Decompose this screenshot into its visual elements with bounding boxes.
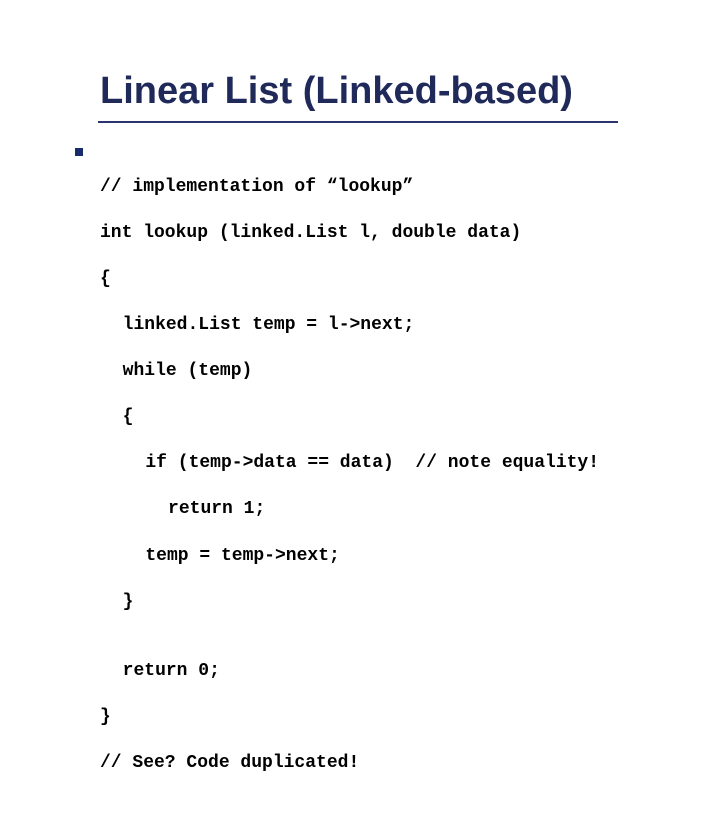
code-line: // See? Code duplicated!	[100, 752, 655, 775]
code-line: {	[100, 268, 655, 291]
code-line: temp = temp->next;	[100, 545, 655, 568]
code-line: // implementation of “lookup”	[100, 176, 655, 199]
code-line: }	[100, 706, 655, 729]
slide-title: Linear List (Linked-based)	[100, 70, 655, 113]
code-line: return 1;	[100, 498, 655, 521]
code-line: }	[100, 591, 655, 614]
title-underline	[98, 121, 618, 123]
code-block: // implementation of “lookup” int lookup…	[100, 153, 655, 821]
code-line: int lookup (linked.List l, double data)	[100, 222, 655, 245]
code-line: if (temp->data == data) // note equality…	[100, 452, 655, 475]
code-line: while (temp)	[100, 360, 655, 383]
code-line: return 0;	[100, 660, 655, 683]
code-line: {	[100, 406, 655, 429]
code-line: linked.List temp = l->next;	[100, 314, 655, 337]
slide: Linear List (Linked-based) // implementa…	[0, 0, 720, 540]
accent-square	[75, 148, 83, 156]
